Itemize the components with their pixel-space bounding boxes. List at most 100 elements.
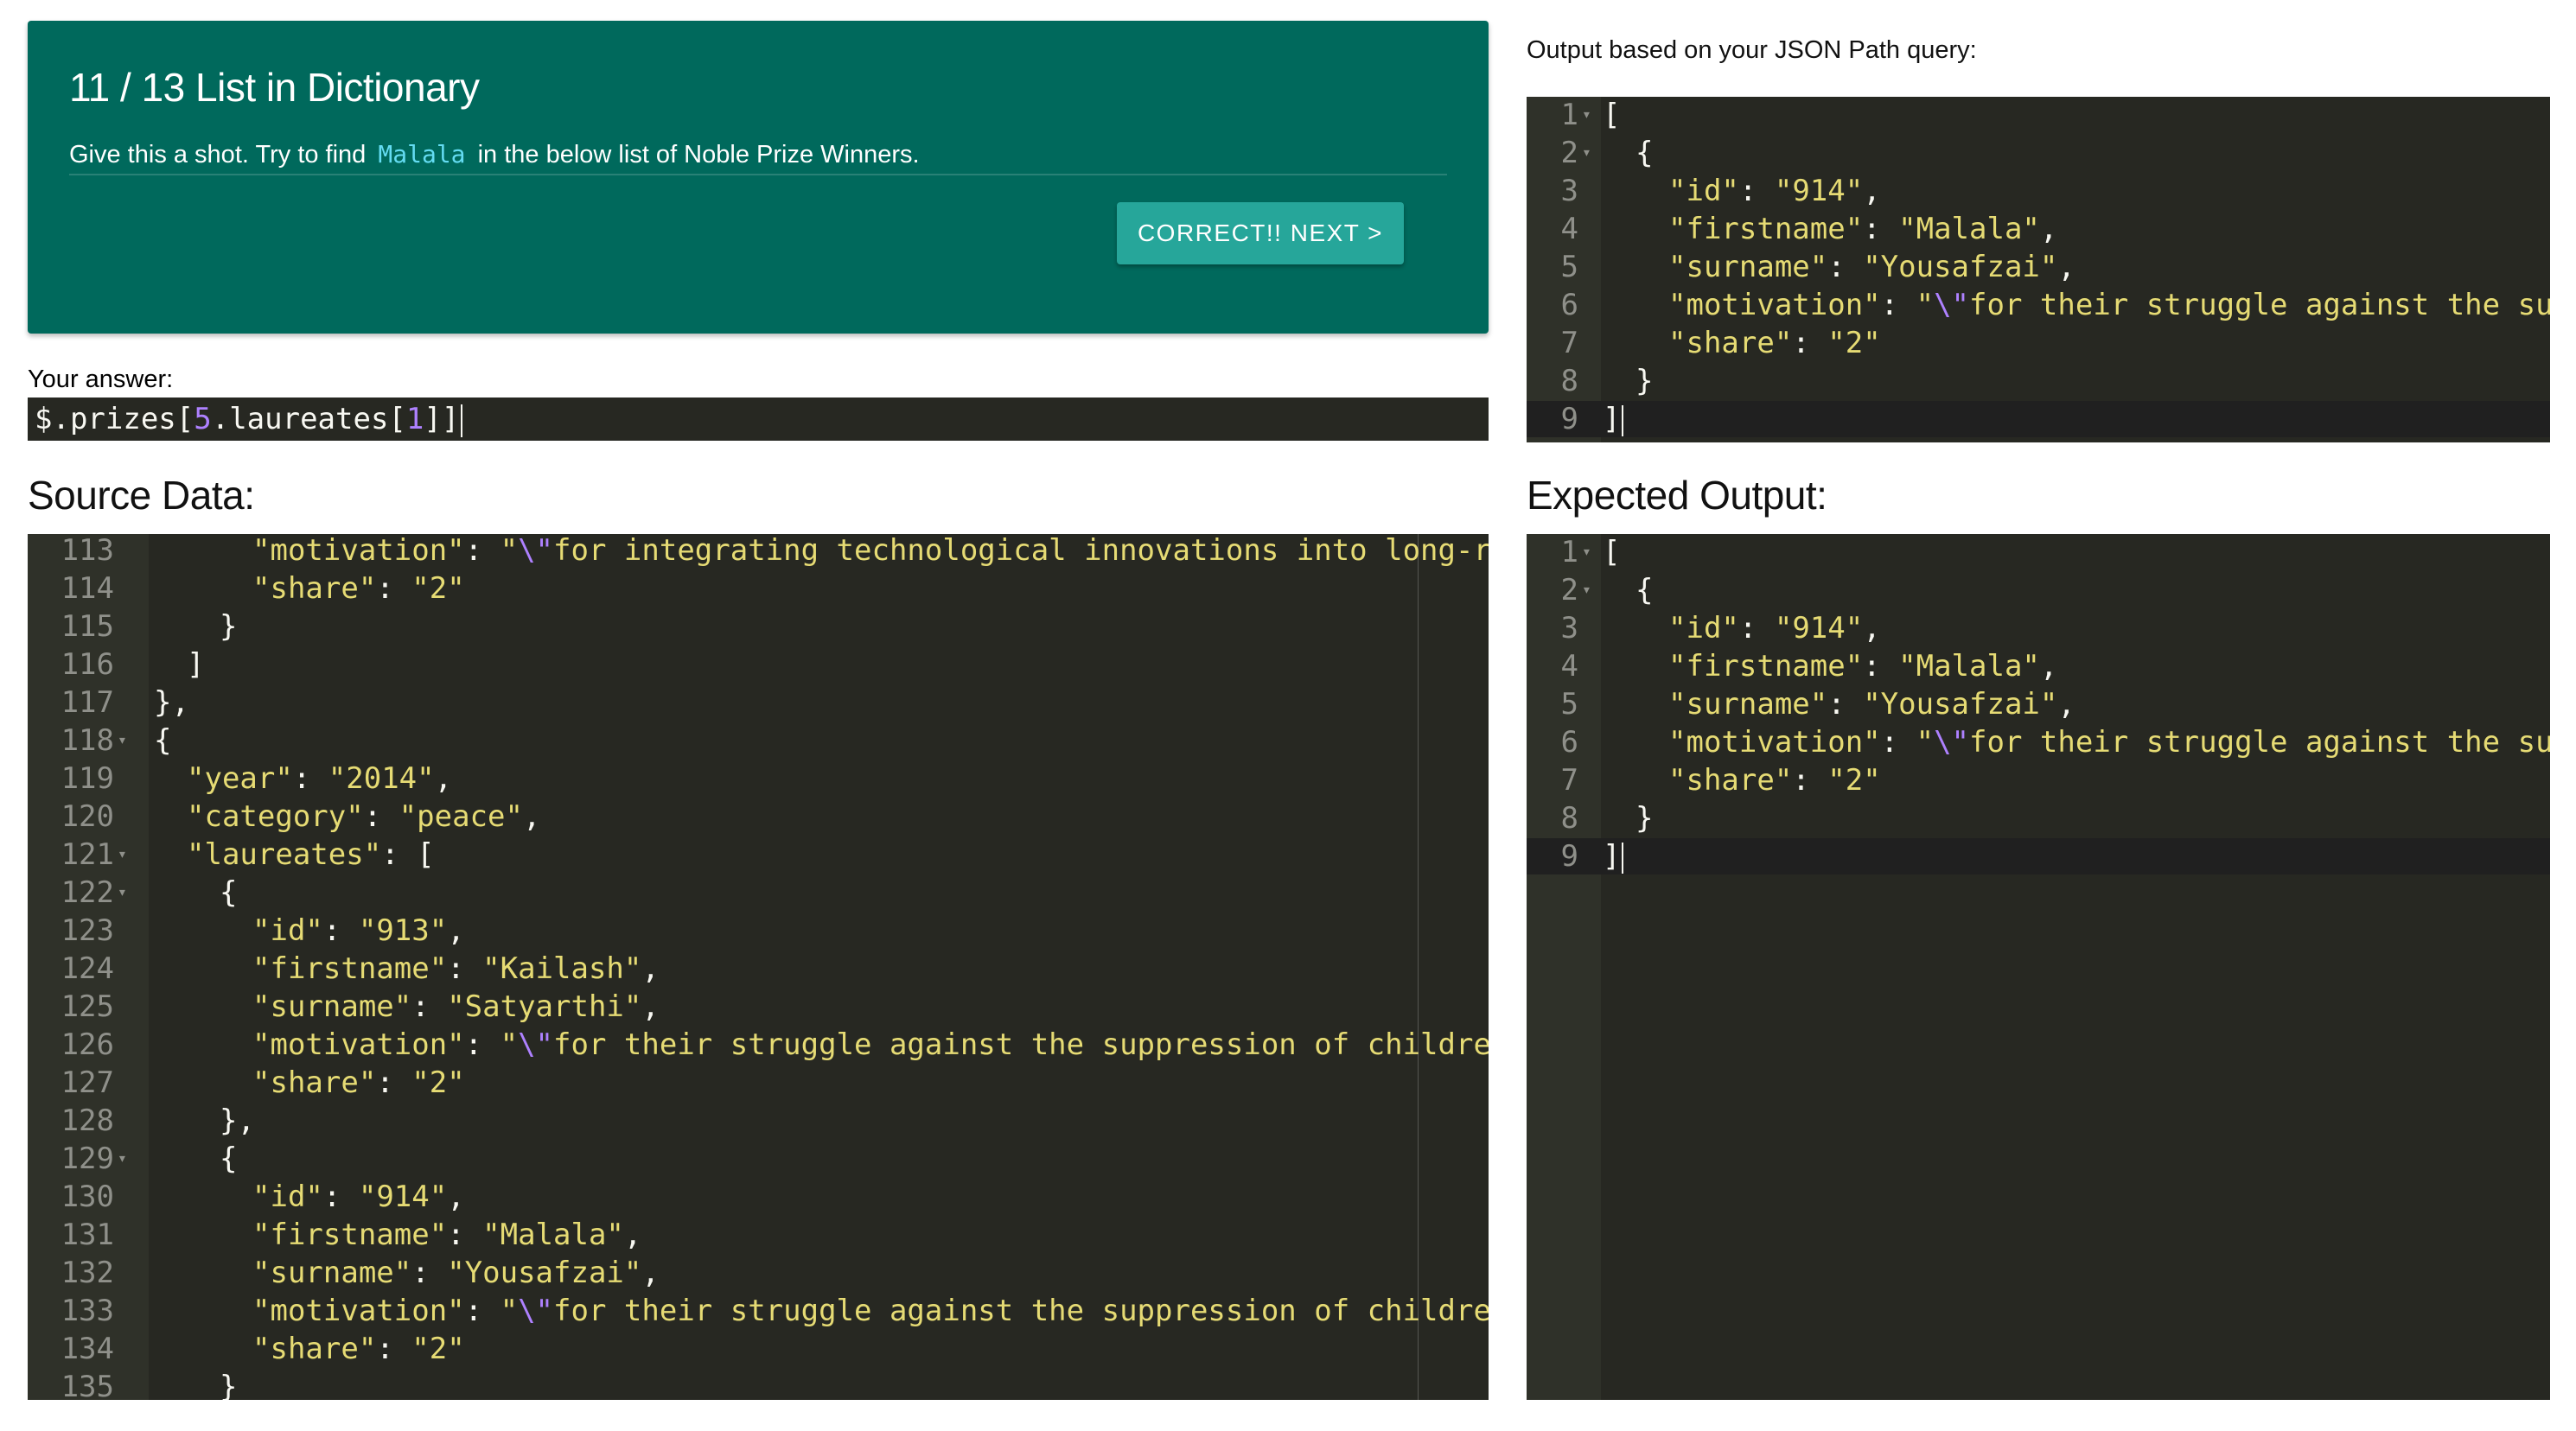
- string-token: "firstname": [252, 1218, 448, 1252]
- code-text: {: [154, 722, 171, 759]
- answer-token: .laureates[: [211, 402, 406, 436]
- fold-arrow-icon[interactable]: ▾: [118, 722, 127, 759]
- escape-token: \": [518, 1027, 554, 1062]
- code-text: [: [1603, 534, 1620, 570]
- string-token: "laureates": [187, 837, 382, 872]
- code-line: 8}: [1527, 363, 2550, 399]
- punctuation-token: {: [1636, 136, 1654, 170]
- string-token: "firstname": [252, 951, 448, 986]
- code-text: }: [1636, 363, 1653, 399]
- code-text: "motivation": "\"for their struggle agai…: [252, 1293, 1489, 1329]
- punctuation-token: ,: [2057, 687, 2075, 722]
- string-token: "motivation": [252, 1027, 465, 1062]
- fold-arrow-icon[interactable]: ▾: [118, 874, 127, 911]
- fold-arrow-icon[interactable]: ▾: [1582, 97, 1591, 133]
- text-cursor: [1622, 842, 1624, 874]
- source-data-editor[interactable]: 113 "motivation": "\"for integrating tech…: [28, 534, 1489, 1400]
- answer-token: ]]: [424, 402, 460, 436]
- code-text: "share": "2": [1668, 325, 1881, 361]
- line-number: 5: [1560, 250, 1578, 284]
- description-text-before: Give this a shot. Try to find: [69, 141, 367, 169]
- code-line: 116]: [28, 646, 1489, 683]
- line-number: 131: [61, 1218, 114, 1252]
- code-text: },: [154, 684, 189, 721]
- punctuation-token: ,: [641, 989, 660, 1024]
- code-text: }: [1636, 800, 1653, 836]
- fold-arrow-icon[interactable]: ▾: [1582, 572, 1591, 608]
- code-line: 130 "id": "914",: [28, 1179, 1489, 1215]
- line-number: 6: [1560, 725, 1578, 760]
- punctuation-token: :: [292, 761, 328, 796]
- code-text: "id": "913",: [252, 913, 465, 949]
- punctuation-token: [: [1603, 535, 1621, 569]
- fold-arrow-icon[interactable]: ▾: [1582, 534, 1591, 570]
- description-code: Malala: [378, 140, 466, 169]
- string-token: "id": [252, 1180, 323, 1214]
- escape-token: \": [1934, 288, 1970, 322]
- punctuation-token: :: [1880, 725, 1916, 760]
- punctuation-token: :: [1792, 763, 1828, 798]
- code-text: }: [220, 608, 237, 645]
- punctuation-token: }: [220, 1370, 238, 1400]
- code-line: 132 "surname": "Yousafzai",: [28, 1255, 1489, 1291]
- line-number: 123: [61, 913, 114, 948]
- string-token: "share": [252, 571, 377, 606]
- fold-arrow-icon[interactable]: ▾: [118, 836, 127, 873]
- line-number: 126: [61, 1027, 114, 1062]
- line-number: 4: [1560, 212, 1578, 246]
- description-text-after: in the below list of Noble Prize Winners…: [477, 141, 920, 169]
- code-line: 6 "motivation": "\"for their struggle aga…: [1527, 287, 2550, 323]
- code-line: 122 ▾ {: [28, 874, 1489, 911]
- line-number: 4: [1560, 649, 1578, 684]
- code-line: 115}: [28, 608, 1489, 645]
- punctuation-token: :: [1792, 326, 1828, 360]
- line-number: 3: [1560, 174, 1578, 208]
- escape-token: \": [518, 1294, 554, 1328]
- punctuation-token: ,: [2039, 212, 2058, 246]
- string-token: "914": [358, 1180, 448, 1214]
- line-number: 114: [61, 571, 114, 606]
- line-number: 134: [61, 1332, 114, 1366]
- string-token: "share": [252, 1065, 377, 1100]
- string-token: "Malala": [1898, 212, 2040, 246]
- escape-token: \": [518, 534, 554, 568]
- string-token: ": [500, 1027, 519, 1062]
- string-token: "firstname": [1668, 649, 1864, 684]
- string-token: "2": [411, 1065, 465, 1100]
- line-number: 133: [61, 1294, 114, 1328]
- line-number: 119: [61, 761, 114, 796]
- fold-arrow-icon[interactable]: ▾: [118, 1141, 127, 1177]
- line-number: 121: [61, 837, 114, 872]
- code-line: 131 "firstname": "Malala",: [28, 1217, 1489, 1253]
- code-text: "surname": "Satyarthi",: [252, 989, 660, 1025]
- line-number: 8: [1560, 364, 1578, 398]
- punctuation-token: :: [1863, 649, 1899, 684]
- line-number: 115: [61, 609, 114, 644]
- answer-input[interactable]: $.prizes[5.laureates[1]]: [28, 398, 1489, 441]
- punctuation-token: :: [1738, 174, 1775, 208]
- punctuation-token: }: [220, 609, 238, 644]
- next-button[interactable]: CORRECT!! NEXT >: [1117, 202, 1404, 264]
- punctuation-token: ]: [1603, 402, 1621, 436]
- expected-output-editor[interactable]: 1 ▾ [2 ▾ {3 "id": "914", 4 "firstname": "Malala…: [1527, 534, 2550, 1400]
- code-text: {: [220, 874, 237, 911]
- punctuation-token: :: [1738, 611, 1775, 646]
- string-token: "year": [187, 761, 293, 796]
- expected-output-label: Expected Output:: [1527, 473, 1827, 518]
- code-text: {: [1636, 572, 1653, 608]
- string-token: "914": [1774, 611, 1864, 646]
- code-line: 8}: [1527, 800, 2550, 836]
- fold-arrow-icon[interactable]: ▾: [1582, 135, 1591, 171]
- code-line: 129 ▾ {: [28, 1141, 1489, 1177]
- code-line: 1 ▾ [: [1527, 534, 2550, 570]
- answer-number-token: 1: [405, 402, 424, 436]
- code-line: 2 ▾ {: [1527, 135, 2550, 171]
- query-output-editor[interactable]: 1 ▾ [2 ▾ {3 "id": "914", 4 "firstname": "Malala…: [1527, 97, 2550, 442]
- line-number: 116: [61, 647, 114, 682]
- line-number: 125: [61, 989, 114, 1024]
- line-number: 127: [61, 1065, 114, 1100]
- punctuation-token: :: [464, 1027, 501, 1062]
- punctuation-token: ,: [641, 1256, 660, 1290]
- punctuation-token: :: [411, 989, 448, 1024]
- code-text: "share": "2": [252, 1331, 465, 1367]
